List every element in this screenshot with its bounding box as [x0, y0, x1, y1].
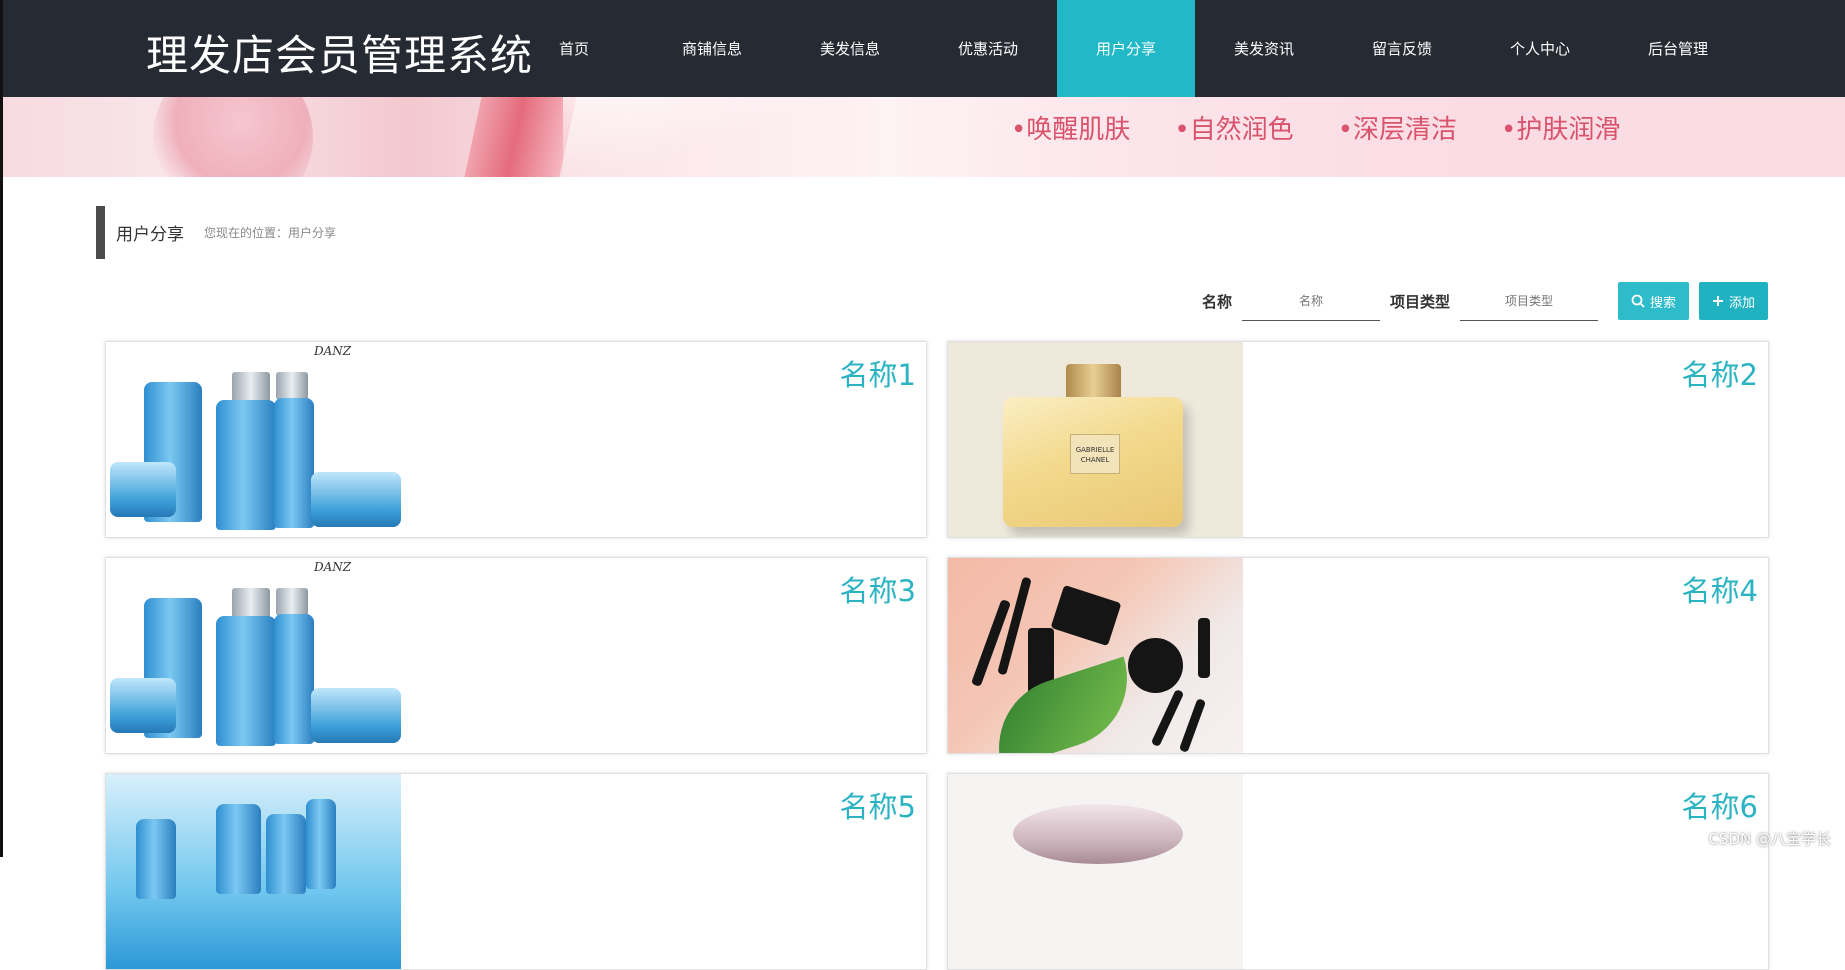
- add-button-label: 添加: [1729, 292, 1755, 311]
- page-title: 用户分享: [116, 220, 184, 245]
- page-heading: 用户分享 您现在的位置：用户分享: [96, 206, 336, 259]
- nav-item-hair-info[interactable]: 美发信息: [781, 0, 919, 97]
- card-thumbnail-skincare: DANZ: [106, 342, 401, 538]
- brand-logo: DANZ: [314, 344, 351, 358]
- nav-item-home[interactable]: 首页: [505, 0, 643, 97]
- watermark: CSDN @八宝学长: [1708, 828, 1831, 849]
- share-card[interactable]: DANZ 名称1: [105, 341, 927, 538]
- card-thumbnail-skincare-water: [106, 774, 401, 970]
- hero-banner: •唤醒肌肤 •自然润色 •深层清洁 •护肤润滑: [3, 97, 1845, 177]
- share-card[interactable]: 名称4: [947, 557, 1769, 754]
- banner-lipstick-graphic: [462, 97, 578, 177]
- banner-bubble-graphic: [153, 97, 313, 177]
- share-card[interactable]: 名称5: [105, 773, 927, 970]
- card-title[interactable]: 名称6: [1682, 784, 1758, 826]
- nav-item-admin[interactable]: 后台管理: [1609, 0, 1747, 97]
- nav-item-profile[interactable]: 个人中心: [1471, 0, 1609, 97]
- banner-tagline: •护肤润滑: [1501, 109, 1620, 146]
- nav-item-promotions[interactable]: 优惠活动: [919, 0, 1057, 97]
- card-thumbnail-skincare: DANZ: [106, 558, 401, 754]
- nav-item-shop-info[interactable]: 商铺信息: [643, 0, 781, 97]
- add-button[interactable]: 添加: [1699, 282, 1768, 320]
- type-filter-label: 项目类型: [1390, 291, 1450, 312]
- nav-item-user-share[interactable]: 用户分享: [1057, 0, 1195, 97]
- name-search-input[interactable]: [1242, 281, 1380, 321]
- nav-item-hair-news[interactable]: 美发资讯: [1195, 0, 1333, 97]
- card-title[interactable]: 名称5: [840, 784, 916, 826]
- card-thumbnail-perfume: GABRIELLE CHANEL: [948, 342, 1243, 538]
- banner-taglines: •唤醒肌肤 •自然润色 •深层清洁 •护肤润滑: [1011, 109, 1620, 146]
- share-card[interactable]: DANZ 名称3: [105, 557, 927, 754]
- banner-tagline: •唤醒肌肤: [1011, 109, 1130, 146]
- nav-item-feedback[interactable]: 留言反馈: [1333, 0, 1471, 97]
- heading-accent-bar: [96, 206, 105, 259]
- name-filter-label: 名称: [1202, 291, 1232, 312]
- card-title[interactable]: 名称2: [1682, 352, 1758, 394]
- banner-ribbon-graphic: [563, 97, 803, 177]
- card-title[interactable]: 名称4: [1682, 568, 1758, 610]
- brand-logo: DANZ: [314, 560, 351, 574]
- site-title: 理发店会员管理系统: [146, 22, 533, 83]
- card-title[interactable]: 名称1: [840, 352, 916, 394]
- banner-tagline: •自然润色: [1174, 109, 1293, 146]
- share-card[interactable]: GABRIELLE CHANEL 名称2: [947, 341, 1769, 538]
- plus-icon: [1712, 295, 1724, 307]
- top-navbar: 理发店会员管理系统 首页 商铺信息 美发信息 优惠活动 用户分享 美发资讯 留言…: [0, 0, 1845, 97]
- banner-tagline: •深层清洁: [1338, 109, 1457, 146]
- card-title[interactable]: 名称3: [840, 568, 916, 610]
- search-bar: 名称 项目类型 搜索 添加: [1202, 281, 1768, 321]
- perfume-label: GABRIELLE CHANEL: [1070, 434, 1120, 474]
- search-icon: [1631, 294, 1645, 308]
- search-button-label: 搜索: [1650, 292, 1676, 311]
- type-search-input[interactable]: [1460, 281, 1598, 321]
- card-thumbnail-pink-perfume: [948, 774, 1243, 970]
- share-card[interactable]: 名称6: [947, 773, 1769, 970]
- card-thumbnail-makeup: [948, 558, 1243, 754]
- breadcrumb: 您现在的位置：用户分享: [204, 224, 336, 241]
- main-nav: 首页 商铺信息 美发信息 优惠活动 用户分享 美发资讯 留言反馈 个人中心 后台…: [505, 0, 1747, 97]
- search-button[interactable]: 搜索: [1618, 282, 1689, 320]
